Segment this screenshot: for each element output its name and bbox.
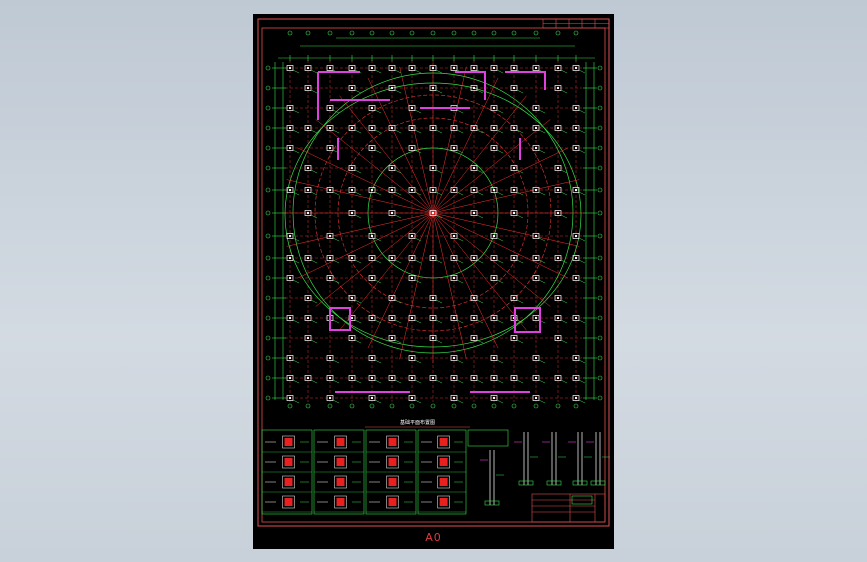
title-block: [531, 493, 606, 523]
sheet-size-label: A0: [425, 531, 442, 544]
revision-block: [542, 18, 610, 29]
inner-frame: [261, 27, 606, 523]
cad-viewport[interactable]: 基础平面布置图 A0: [0, 0, 867, 562]
top-dimension-chain: [278, 37, 595, 59]
footing-detail-tables: [261, 429, 509, 515]
plan-caption: 基础平面布置图: [400, 419, 435, 426]
side-dimension-chains: [274, 62, 595, 400]
cad-drawing[interactable]: 基础平面布置图: [0, 0, 867, 562]
